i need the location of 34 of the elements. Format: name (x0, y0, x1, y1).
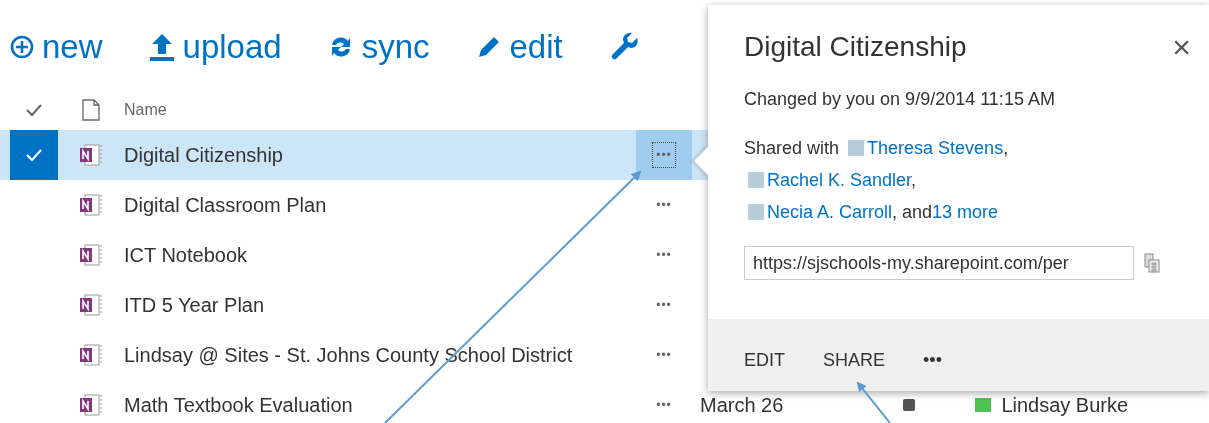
person-link[interactable]: Theresa Stevens (867, 138, 1004, 158)
file-name[interactable]: ITD 5 Year Plan (124, 293, 636, 317)
callout-action[interactable]: SHARE (813, 345, 896, 375)
shared-with-text: Shared with Theresa Stevens, Rachel K. Sandler, Necia A. Carroll, and13 more (743, 137, 1010, 224)
file-name[interactable]: ICT Notebook (124, 243, 636, 267)
link-field[interactable]: https://sjschools-my.sharepoint.com/per (744, 246, 1134, 280)
file-name[interactable]: Digital Classroom Plan (124, 193, 636, 217)
table-row[interactable]: Math Textbook Evaluation ••• March 26 Lindsay Burke (0, 380, 1209, 423)
table-row[interactable]: ITD 5 Year Plan ••• (0, 280, 708, 330)
person-link[interactable]: Necia A. Carroll (767, 202, 893, 222)
callout-action[interactable]: EDIT (734, 345, 795, 375)
changed-info: Changed by you on 9/9/2014 11:15 AM (743, 88, 1056, 110)
more-button[interactable]: ••• (652, 392, 676, 418)
new-button[interactable]: new (10, 28, 103, 66)
column-header[interactable]: Name (124, 101, 636, 119)
more-button[interactable]: ••• (652, 342, 676, 368)
table-row[interactable]: ICT Notebook ••• (0, 230, 708, 280)
person-name[interactable]: Lindsay Burke (1001, 393, 1129, 417)
table-row[interactable]: Digital Classroom Plan ••• (0, 180, 708, 230)
callout-title: Digital Citizenship (744, 31, 967, 63)
callout-action[interactable]: ••• (913, 345, 952, 375)
more-button[interactable]: ••• (652, 292, 676, 318)
more-link[interactable]: 13 more (932, 202, 999, 222)
more-button[interactable]: ••• (652, 242, 676, 268)
person-link[interactable]: Rachel K. Sandler (767, 170, 912, 190)
file-name[interactable]: Math Textbook Evaluation (124, 393, 636, 417)
upload-button[interactable]: upload (148, 28, 282, 66)
modified-date: March 26 (700, 393, 784, 417)
file-name[interactable]: Digital Citizenship (124, 143, 636, 167)
more-button[interactable]: ••• (652, 192, 676, 218)
sync-button[interactable]: sync (327, 28, 430, 66)
table-row[interactable]: Digital Citizenship ••• (0, 130, 708, 180)
close-button[interactable]: × (1172, 31, 1191, 63)
edit-button[interactable]: edit (475, 28, 563, 66)
